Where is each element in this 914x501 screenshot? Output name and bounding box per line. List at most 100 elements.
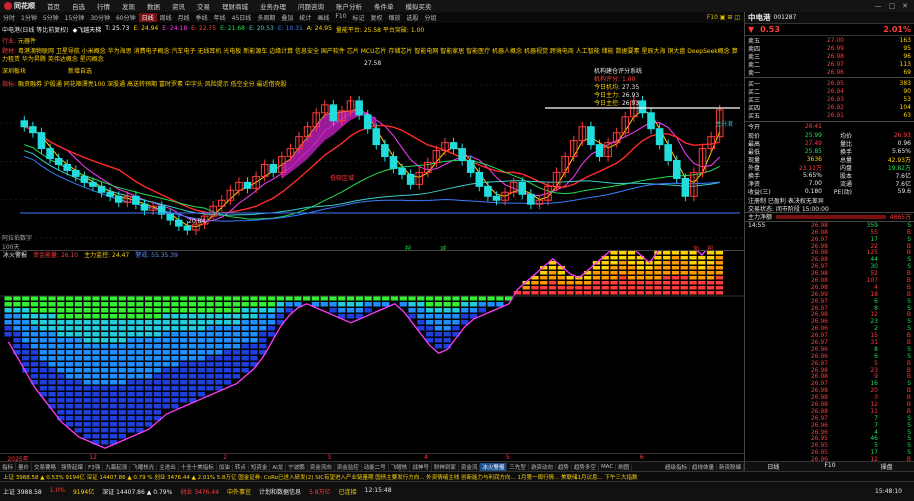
period-tab-7[interactable]: 周线 [157,13,175,22]
indicator-tab-20[interactable]: 资金流 [459,463,481,471]
tick-list[interactable]: 14:5526.98359S26.9855B26.9717S26.9822B26… [745,222,914,470]
menu-item-5[interactable]: 资讯 [166,1,191,11]
period-tab-9[interactable]: 季线 [193,13,211,22]
menu-item-9[interactable]: 问题咨询 [292,1,330,11]
stock-name[interactable]: 中电港 [745,12,771,23]
indicator-tab-5[interactable]: 九幕起涨 [103,463,130,471]
period-tab-3[interactable]: 15分钟 [62,13,88,22]
sector-tag[interactable]: 深圳板块 [2,68,26,75]
period-tab-19[interactable]: 缩放 [386,13,404,22]
right-tab-1[interactable]: 趋线体量 [690,463,717,471]
indicator-tab-13[interactable]: 宁波鹏 [286,463,308,471]
tick-row: 26.9844S [745,256,914,263]
indicator-tab-0[interactable]: 指标 [0,463,16,471]
oscillator-panel[interactable] [0,250,744,454]
period-tab-21[interactable]: 分组 [422,13,440,22]
ma-line-4 [24,151,719,216]
candle-body [665,145,672,161]
menu-item-12[interactable]: 模拟买卖 [400,1,438,11]
tick-row: 26.9546S [745,435,914,442]
indicator-tab-6[interactable]: 飞曜核光 [130,463,157,471]
main-chart[interactable]: 中电港(日线 等比前复权) ◆飞越天梯T: 25.73E: 24.94E: 24… [0,23,744,250]
indicator-tab-12[interactable]: AI龙 [270,463,286,471]
indicator-tab-25[interactable]: 趋势多空 [572,463,599,471]
indicator-tab-16[interactable]: 动能二号 [362,463,389,471]
right-tab-2[interactable]: 新资股编 [717,463,744,471]
quote-panel: 中电港 001287 ▼ 0.53 2.01% 卖五27.00163卖四26.9… [744,12,914,471]
close-icon[interactable]: ✕ [902,2,908,10]
indicator-tab-27[interactable]: 刷图 [616,463,632,471]
menu-item-0[interactable]: 首页 [41,1,66,11]
period-tab-8[interactable]: 月线 [175,13,193,22]
period-tab-5[interactable]: 60分钟 [113,13,139,22]
period-tab-16[interactable]: F10 [332,13,349,22]
ma-legend: 中电港(日线 等比前复权) ◆飞越天梯T: 25.73E: 24.94E: 24… [2,25,424,34]
indicator-tab-15[interactable]: 资金监控 [335,463,362,471]
period-tab-20[interactable]: 选股 [404,13,422,22]
indicator-tab-7[interactable]: 主进出 [157,463,179,471]
period-tab-13[interactable]: 叠加 [278,13,296,22]
period-tab-17[interactable]: 标记 [349,13,367,22]
candle-body [330,105,337,121]
tick-row: 26.983B [745,394,914,401]
period-tab-11[interactable]: 45日线 [229,13,255,22]
indicator-tab-19[interactable]: 财神到家 [432,463,459,471]
menu-item-6[interactable]: 交易 [191,1,216,11]
period-tab-14[interactable]: 统计 [296,13,314,22]
oscillator-title[interactable]: 冰火警报 [0,250,27,259]
indicator-tab-9[interactable]: 加油 [217,463,233,471]
period-tab-10[interactable]: 年线 [211,13,229,22]
menu-item-8[interactable]: 业务办理 [254,1,292,11]
period-tab-4[interactable]: 30分钟 [87,13,113,22]
osc-bar [145,296,152,427]
period-tab-1[interactable]: 1分钟 [18,13,40,22]
indicator-tab-17[interactable]: 飞曜核 [389,463,411,471]
period-tab-15[interactable]: 画线 [314,13,332,22]
indicator-tab-3[interactable]: 强势起爆 [59,463,86,471]
indicator-tab-4[interactable]: F3强 [86,463,103,471]
indicator-tab-8[interactable]: 十全十美指标 [179,463,217,471]
indicator-tab-14[interactable]: 资金流向 [308,463,335,471]
note-1: 注册制 已盈利 表决权无差异 [745,196,914,204]
tab-daily[interactable]: 日线 [745,462,802,471]
right-tab-0[interactable]: 超级指标 [663,463,690,471]
osc-bar [136,296,143,433]
flow-value: 4865万 [890,212,914,221]
indicator-tab-23[interactable]: 游资动向 [529,463,556,471]
osc-bar [180,296,187,403]
indicator-tab-22[interactable]: 三先型 [507,463,529,471]
indicator-tab-10[interactable]: 转点 [233,463,249,471]
menu-item-7[interactable]: 理财商城 [216,1,254,11]
indicator-tab-11[interactable]: 短资金 [249,463,271,471]
candle-body [476,172,483,186]
osc-bar [347,296,354,319]
indicator-tab-2[interactable]: 交易要略 [32,463,59,471]
app-logo[interactable]: 同花顺 [0,1,41,11]
book-volume: 96 [844,53,914,60]
period-tab-6[interactable]: 日线 [139,13,157,22]
maximize-icon[interactable]: □ [889,2,896,10]
indicator-tab-26[interactable]: MAC [599,464,616,470]
period-tab-2[interactable]: 5分钟 [40,13,62,22]
toolbar-tools[interactable]: F10 ▣ ⊞ ◫ [707,14,744,21]
osc-bar [645,261,652,295]
period-tab-0[interactable]: 分时 [0,13,18,22]
menu-item-3[interactable]: 发现 [116,1,141,11]
flag-tag[interactable]: 新增自选 [68,68,92,75]
menu-item-4[interactable]: 数据 [141,1,166,11]
indicator-tab-18[interactable]: 战神号 [410,463,432,471]
menu-item-2[interactable]: 行情 [91,1,116,11]
period-tab-12[interactable]: 多周期 [254,13,278,22]
menu-item-10[interactable]: 账户分析 [330,1,368,11]
tab-trade[interactable]: 操盘 [858,462,914,471]
indicator-tab-1[interactable]: 量价 [16,463,32,471]
indicator-tab-24[interactable]: 趋势 [556,463,572,471]
minimize-icon[interactable]: — [875,2,882,10]
tick-row: 26.9822B [745,243,914,250]
period-tab-18[interactable]: 复权 [367,13,385,22]
menu-item-1[interactable]: 自选 [66,1,91,11]
tab-f10[interactable]: F10 [802,462,859,471]
ask-book: 卖五27.00163卖四26.9995卖三26.9896卖二26.97113卖一… [745,36,914,76]
menu-item-11[interactable]: 条件单 [368,1,400,11]
indicator-tab-21[interactable]: 冰火警报 [480,463,507,471]
